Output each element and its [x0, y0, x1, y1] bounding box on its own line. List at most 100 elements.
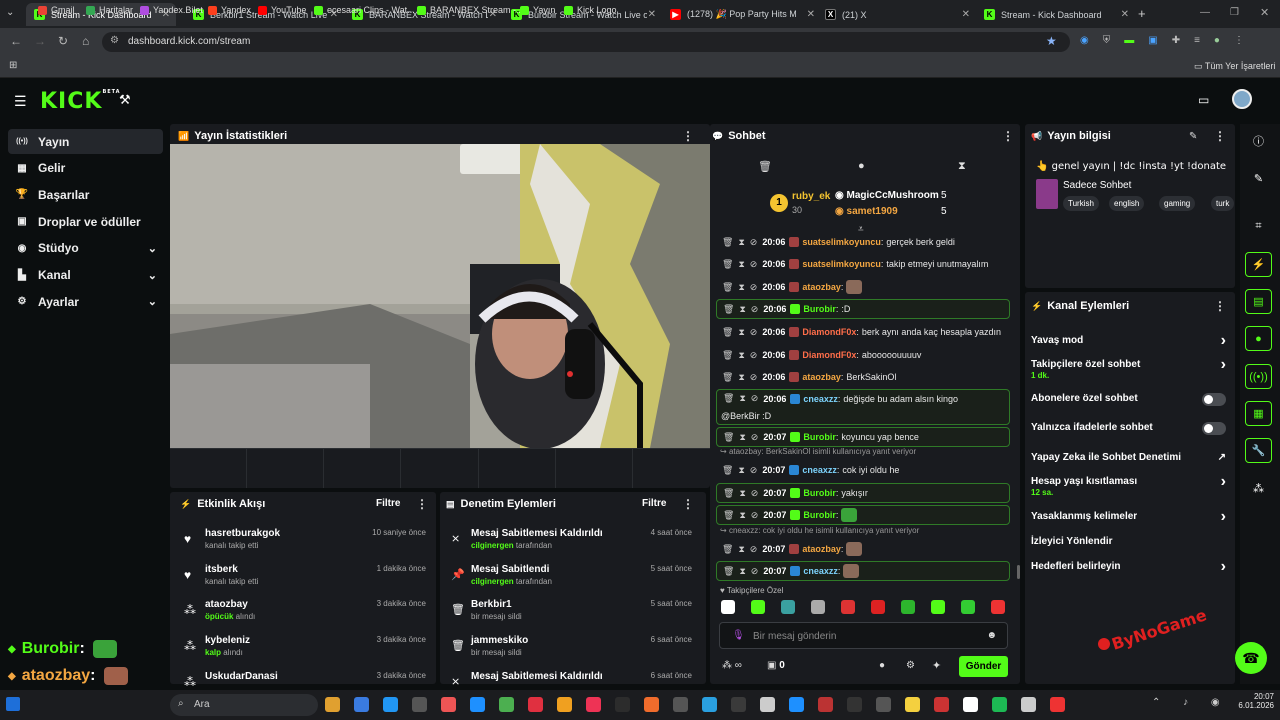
delete-message-icon[interactable]: 🗑 — [722, 259, 733, 270]
emote-option-icon[interactable] — [901, 600, 915, 614]
mod-log-icon[interactable]: ▦ — [1245, 401, 1272, 426]
ban-icon[interactable]: ⊘ — [750, 282, 758, 293]
maximize-icon[interactable]: ❐ — [1230, 7, 1239, 18]
broadcast-rail-icon[interactable]: ((•)) — [1245, 364, 1272, 389]
chat-message[interactable]: 🗑 ⧗ ⊘ 20:06 suatselimkoyuncu: takip etmeyi un… — [716, 254, 1010, 274]
extension-icon[interactable]: ◉ — [1080, 35, 1089, 46]
chat-message[interactable]: 🗑 ⧗ ⊘ 20:06 Burobir::D — [716, 299, 1010, 319]
chat-input[interactable]: 🎙 Bir mesaj gönderin ☻ — [719, 622, 1008, 649]
close-window-icon[interactable]: ✕ — [1260, 6, 1269, 19]
taskbar-app-icon[interactable] — [499, 697, 514, 712]
channel-action-0[interactable]: Yavaş mod › — [1031, 332, 1226, 349]
stream-info-menu-icon[interactable]: ⋮ — [1214, 129, 1226, 143]
ban-icon[interactable]: ⊘ — [751, 393, 759, 404]
emote-option-icon[interactable] — [991, 600, 1005, 614]
taskbar-app-icon[interactable] — [412, 697, 427, 712]
shield-icon[interactable]: ⛨ — [1103, 35, 1111, 46]
taskbar-app-icon[interactable] — [876, 697, 891, 712]
message-username[interactable]: ataozbay — [802, 372, 841, 382]
delete-message-icon[interactable]: 🗑 — [723, 566, 734, 577]
timeout-icon[interactable]: ⧗ — [738, 327, 744, 338]
stats-menu-icon[interactable]: ⋮ — [682, 129, 694, 143]
timeout-icon[interactable]: ⧗ — [739, 510, 745, 521]
close-tab-icon[interactable]: ✕ — [648, 9, 656, 20]
channel-action-1[interactable]: Takipçilere özel sohbet 1 dk. › — [1031, 356, 1226, 383]
bookmark-item[interactable]: YouTube — [258, 5, 306, 15]
emoji-icon[interactable]: ☻ — [986, 630, 997, 641]
timer-icon[interactable]: ⧗ — [958, 160, 966, 173]
forward-icon[interactable]: → — [34, 34, 46, 48]
chat-message[interactable]: 🗑 ⧗ ⊘ 20:06 cneaxzz: değişde bu adam alsın ki… — [716, 389, 1010, 425]
emote-picker-icon[interactable]: ✦ — [932, 659, 941, 672]
chat-message[interactable]: 🗑 ⧗ ⊘ 20:06 DiamondF0x: berk aynı anda kaç he… — [716, 322, 1010, 342]
ban-icon[interactable]: ⊘ — [751, 488, 759, 499]
timeout-icon[interactable]: ⧗ — [738, 465, 744, 476]
message-username[interactable]: Burobir — [803, 304, 836, 314]
channel-action-7[interactable]: İzleyici Yönlendir — [1031, 536, 1226, 550]
chat-message[interactable]: 🗑 ⧗ ⊘ 20:06 DiamondF0x: abooooouuuuv — [716, 345, 1010, 365]
sidebar-item-gift[interactable]: ▣ Droplar ve ödüller — [8, 209, 163, 234]
activity-filter-button[interactable]: Filtre — [376, 498, 400, 509]
avatar[interactable] — [1232, 89, 1252, 109]
emote-option-icon[interactable] — [721, 600, 735, 614]
timeout-icon[interactable]: ⧗ — [739, 432, 745, 443]
mic-icon[interactable]: 🎙 — [732, 630, 745, 641]
message-username[interactable]: Burobir — [803, 432, 836, 442]
ban-icon[interactable]: ⊘ — [751, 304, 759, 315]
delete-message-icon[interactable]: 🗑 — [722, 237, 733, 248]
timeout-icon[interactable]: ⧗ — [739, 566, 745, 577]
chat-message[interactable]: 🗑 ⧗ ⊘ 20:06 suatselimkoyuncu: gerçek berk gel… — [716, 232, 1010, 252]
taskbar-app-icon[interactable] — [354, 697, 369, 712]
clock[interactable]: 20:07 6.01.2026 — [1232, 692, 1274, 710]
url-field[interactable]: dashboard.kick.com/stream — [102, 32, 1070, 52]
emote-option-icon[interactable] — [961, 600, 975, 614]
message-username[interactable]: suatselimkoyuncu — [802, 237, 881, 247]
delete-message-icon[interactable]: 🗑 — [722, 372, 733, 383]
chat-message[interactable]: 🗑 ⧗ ⊘ 20:06 ataozbay: — [716, 277, 1010, 297]
clipboard-icon[interactable]: ▤ — [1245, 289, 1272, 314]
bookmark-item[interactable]: Yandex — [208, 5, 251, 15]
channel-action-5[interactable]: Hesap yaşı kısıtlaması 12 sa. › — [1031, 473, 1226, 500]
delete-message-icon[interactable]: 🗑 — [723, 393, 734, 404]
chat-message[interactable]: 🗑 ⧗ ⊘ 20:07 ataozbay: — [716, 539, 1010, 559]
browser-tab[interactable]: X (21) X ✕ — [817, 3, 976, 26]
message-username[interactable]: Burobir — [803, 510, 836, 520]
info-icon[interactable]: ⓘ — [1245, 128, 1272, 153]
ban-icon[interactable]: ⊘ — [750, 237, 758, 248]
message-username[interactable]: cneaxzz — [803, 566, 838, 576]
delete-message-icon[interactable]: 🗑 — [722, 282, 733, 293]
sidebar-item-settings[interactable]: ⚙ Ayarlar ⌄ — [8, 289, 163, 314]
chat-message[interactable]: 🗑 ⧗ ⊘ 20:07 cneaxzz: — [716, 561, 1010, 581]
ban-icon[interactable]: ⊘ — [750, 544, 758, 555]
taskbar-app-icon[interactable] — [615, 697, 630, 712]
message-username[interactable]: ataozbay — [802, 544, 841, 554]
media-icon[interactable]: ≡ — [1194, 35, 1200, 46]
taskbar-app-icon[interactable] — [441, 697, 456, 712]
channel-action-8[interactable]: Hedefleri belirleyin › — [1031, 558, 1226, 575]
ban-icon[interactable]: ⊘ — [751, 566, 759, 577]
sidebar-item-broadcast[interactable]: ((•)) Yayın — [8, 129, 163, 154]
chat-message[interactable]: 🗑 ⧗ ⊘ 20:06 ataozbay: BerkSakinOl — [716, 367, 1010, 387]
timeout-icon[interactable]: ⧗ — [738, 282, 744, 293]
toggle-switch[interactable] — [1202, 422, 1226, 435]
chat-message[interactable]: 🗑 ⧗ ⊘ 20:07 cneaxzz: cok iyi oldu he — [716, 460, 1010, 480]
category-thumbnail[interactable] — [1036, 179, 1058, 209]
theater-mode-icon[interactable]: ▭ — [1198, 93, 1209, 107]
emote-option-icon[interactable] — [811, 600, 825, 614]
close-tab-icon[interactable]: ✕ — [807, 9, 815, 20]
category-name[interactable]: Sadece Sohbet — [1063, 180, 1131, 191]
activity-item[interactable]: kybeleniz kalp alındı 3 dakika önce — [205, 635, 426, 657]
hammer-icon[interactable]: ⚒ — [119, 92, 131, 108]
delete-message-icon[interactable]: 🗑 — [723, 510, 734, 521]
channel-actions-menu-icon[interactable]: ⋮ — [1214, 299, 1226, 313]
points-display[interactable]: ▣ 0 — [767, 660, 785, 671]
start-icon[interactable] — [6, 697, 20, 711]
message-username[interactable]: Burobir — [803, 488, 836, 498]
chat-menu-icon[interactable]: ⋮ — [1002, 129, 1014, 143]
taskbar-app-icon[interactable] — [818, 697, 833, 712]
timeout-icon[interactable]: ⧗ — [738, 372, 744, 383]
all-bookmarks[interactable]: ▭ Tüm Yer İşaretleri — [1194, 61, 1275, 72]
taskbar-app-icon[interactable] — [1050, 697, 1065, 712]
delete-message-icon[interactable]: 🗑 — [723, 488, 734, 499]
taskbar-app-icon[interactable] — [470, 697, 485, 712]
